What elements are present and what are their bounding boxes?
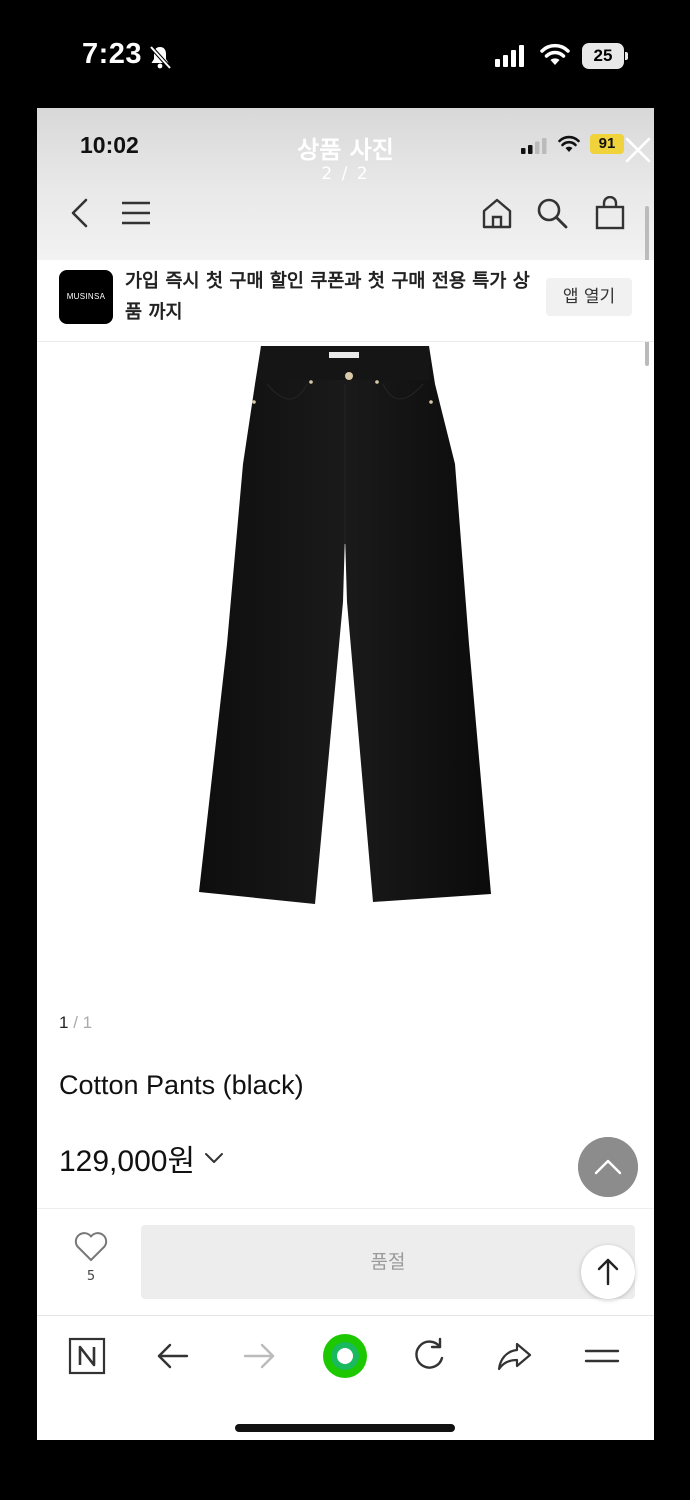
scroll-to-top-button[interactable] [578,1137,638,1197]
purchase-bar: 5 품절 [37,1208,654,1318]
wifi-icon [540,43,570,65]
shopping-bag-icon[interactable] [593,196,627,230]
promo-message: 가입 즉시 첫 구매 할인 쿠폰과 첫 구매 전용 특가 상품 까지 [125,271,530,323]
musinsa-logo: MUSINSA [59,270,113,324]
inner-battery: 91 [590,134,624,154]
like-button[interactable]: 5 [71,1231,111,1284]
inner-signal-icon [521,138,547,154]
product-name: Cotton Pants (black) [59,1070,304,1100]
bell-off-icon [149,45,172,70]
product-photo-viewer: 10:02 상품 사진 2 / 2 91 MUSINSA 가입 즉시 첫 구매 … [37,108,654,1440]
app-promo-banner: MUSINSA 가입 즉시 첫 구매 할인 쿠폰과 첫 구매 전용 특가 상품 … [37,260,654,342]
up-arrow-button[interactable] [581,1245,635,1299]
battery-nub [625,52,628,60]
share-icon[interactable] [495,1336,535,1376]
viewer-counter: 2 / 2 [321,164,370,184]
image-counter-current: 1 [59,1013,69,1032]
back-icon[interactable] [64,196,98,230]
browser-menu-icon[interactable] [582,1336,622,1376]
back-arrow-icon[interactable] [153,1336,193,1376]
cellular-signal-icon [495,45,524,67]
battery-level: 25 [582,43,624,69]
product-price: 129,000원 [59,1145,196,1178]
naver-green-dot-icon[interactable] [321,1332,369,1380]
home-indicator-bar[interactable] [235,1424,455,1432]
browser-toolbar [37,1315,654,1440]
home-icon[interactable] [480,196,514,230]
outer-status-bar: 7:23 25 [0,0,690,108]
inner-wifi-icon [558,135,580,152]
forward-arrow-icon[interactable] [239,1336,279,1376]
image-counter: 1 / 1 [59,1013,92,1033]
open-app-button[interactable]: 앱 열기 [546,278,632,316]
close-icon[interactable] [622,134,654,166]
heart-icon[interactable] [73,1231,109,1263]
product-image-pants[interactable] [197,344,497,914]
site-nav-bar [37,196,654,256]
image-counter-total: / 1 [73,1013,93,1032]
price-row[interactable]: 129,000원 [59,1138,225,1178]
menu-icon[interactable] [119,196,153,230]
sold-out-button[interactable]: 품절 [141,1225,635,1299]
search-icon[interactable] [535,196,569,230]
chevron-down-icon[interactable] [203,1147,225,1169]
battery-indicator: 25 [582,43,628,69]
like-count: 5 [86,1269,96,1284]
inner-header: 10:02 상품 사진 2 / 2 91 [37,108,654,260]
refresh-icon[interactable] [409,1336,449,1376]
outer-status-time: 7:23 [82,38,143,70]
naver-home-icon[interactable] [67,1336,107,1376]
